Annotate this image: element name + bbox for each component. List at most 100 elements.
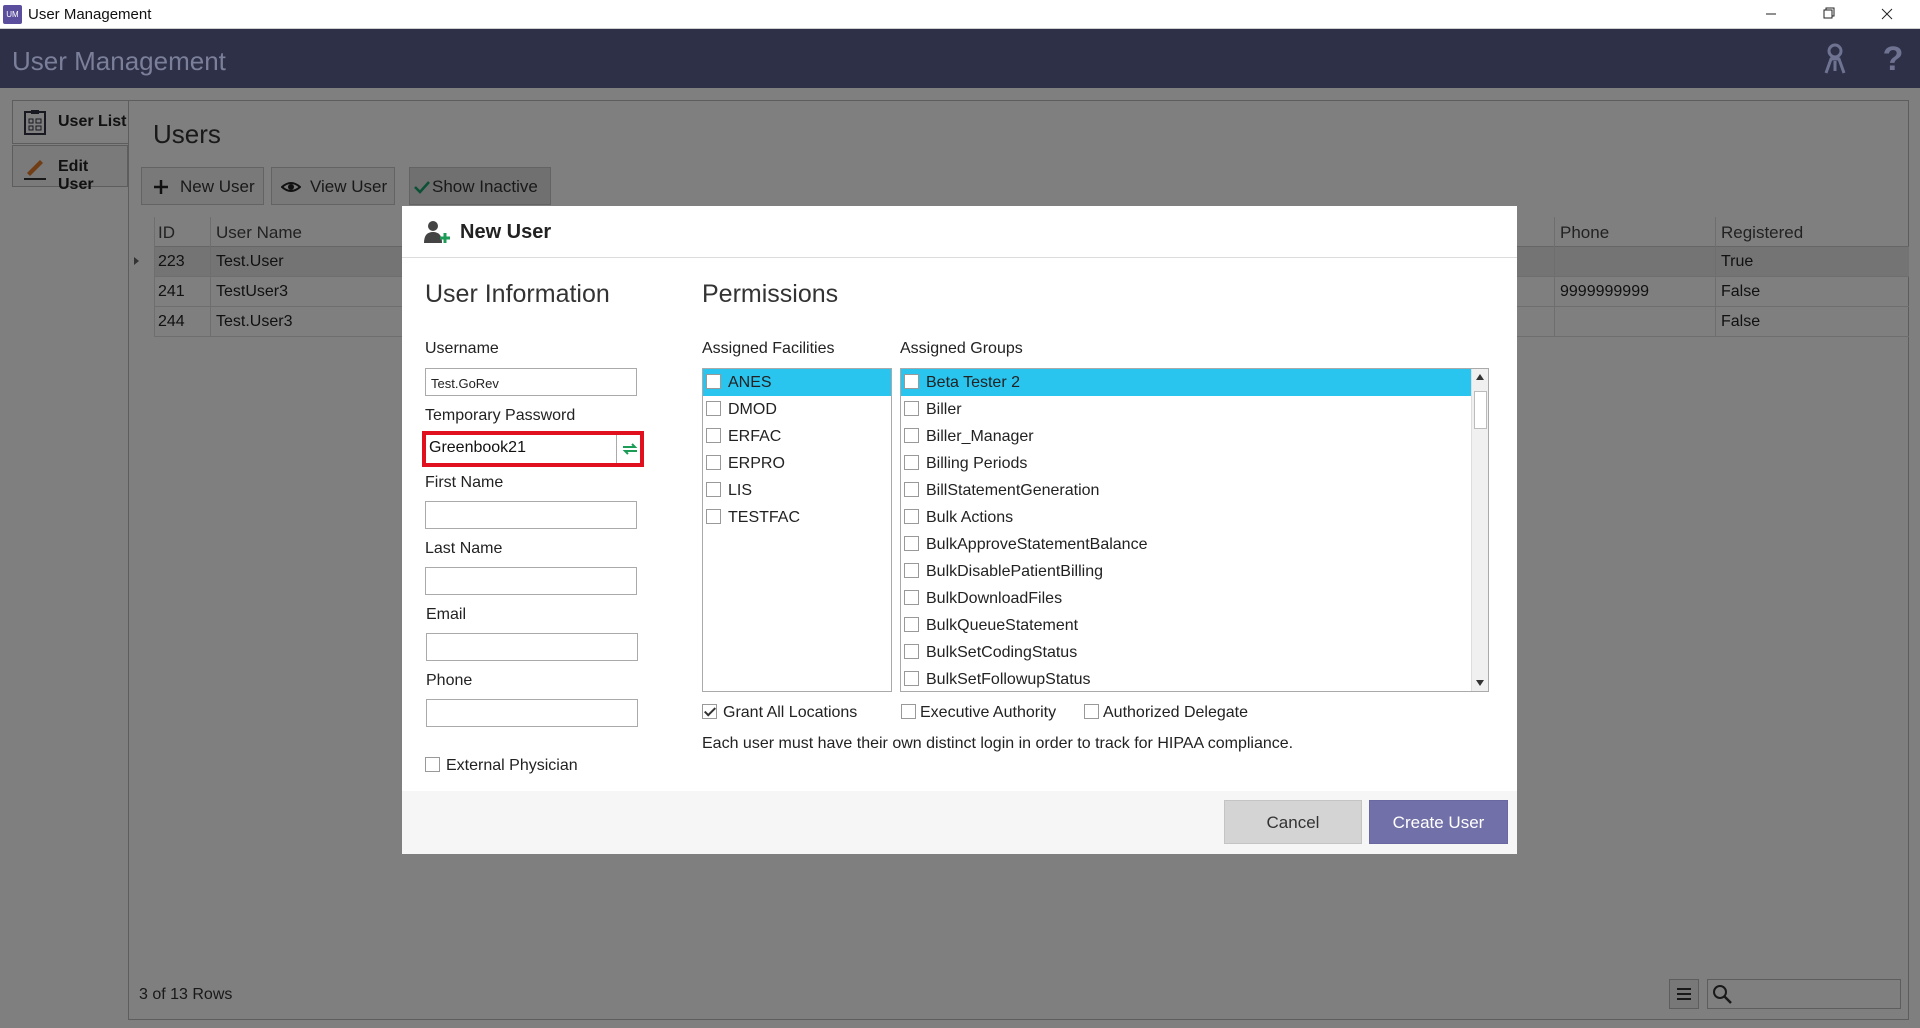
user-badge-icon[interactable] [1818, 41, 1852, 77]
cancel-button[interactable]: Cancel [1224, 800, 1362, 844]
list-item-group[interactable]: Billing Periods [901, 450, 1471, 477]
list-item-group[interactable]: BulkDownloadFiles [901, 585, 1471, 612]
external-physician-label: External Physician [446, 757, 578, 774]
list-item-group[interactable]: Beta Tester 2 [901, 369, 1471, 396]
last-name-label: Last Name [425, 540, 503, 557]
list-item-group[interactable]: Biller [901, 396, 1471, 423]
groups-list[interactable]: Beta Tester 2 Biller Biller_Manager Bill… [900, 368, 1489, 692]
group-label: BulkSetCodingStatus [926, 644, 1078, 661]
username-input[interactable]: Test.GoRev [425, 368, 637, 396]
temp-password-input[interactable]: Greenbook21 [428, 437, 614, 461]
group-checkbox[interactable] [904, 455, 919, 470]
scroll-down-arrow-icon[interactable] [1476, 680, 1484, 686]
regenerate-password-icon[interactable] [620, 439, 640, 459]
group-checkbox[interactable] [904, 374, 919, 389]
phone-label: Phone [426, 672, 473, 689]
group-label: Bulk Actions [926, 509, 1014, 526]
group-checkbox[interactable] [904, 563, 919, 578]
list-item-facility[interactable]: ANES [703, 369, 891, 396]
group-checkbox[interactable] [904, 509, 919, 524]
temp-password-highlight: Greenbook21 [422, 431, 644, 467]
group-checkbox[interactable] [904, 428, 919, 443]
list-item-group[interactable]: BulkQueueStatement [901, 612, 1471, 639]
facility-label: TESTFAC [728, 509, 801, 526]
group-label: BulkSetFollowupStatus [926, 671, 1091, 688]
email-label: Email [426, 606, 467, 623]
group-checkbox[interactable] [904, 590, 919, 605]
app-icon: UM [3, 5, 22, 24]
close-button[interactable] [1858, 0, 1916, 29]
facilities-list[interactable]: ANES DMOD ERFAC ERPRO LIS TESTFAC [702, 368, 892, 692]
group-checkbox[interactable] [904, 401, 919, 416]
scroll-thumb[interactable] [1474, 391, 1487, 429]
close-icon [1881, 8, 1893, 20]
list-item-facility[interactable]: TESTFAC [703, 504, 891, 531]
group-label: Biller [926, 401, 962, 418]
group-label: BulkDownloadFiles [926, 590, 1063, 607]
list-item-facility[interactable]: DMOD [703, 396, 891, 423]
list-item-facility[interactable]: LIS [703, 477, 891, 504]
group-label: Beta Tester 2 [926, 374, 1020, 391]
restore-button[interactable] [1800, 0, 1858, 29]
user-badge-icon-svg [1824, 43, 1846, 74]
scroll-up-arrow-icon[interactable] [1476, 374, 1484, 380]
dialog-title: New User [460, 221, 552, 243]
help-icon[interactable]: ? [1876, 41, 1910, 77]
group-label: BulkDisablePatientBilling [926, 563, 1103, 580]
facility-checkbox[interactable] [706, 428, 721, 443]
grant-all-locations-checkbox[interactable] [702, 704, 717, 719]
list-item-group[interactable]: BulkDisablePatientBilling [901, 558, 1471, 585]
facility-checkbox[interactable] [706, 455, 721, 470]
facility-checkbox[interactable] [706, 509, 721, 524]
list-item-facility[interactable]: ERFAC [703, 423, 891, 450]
user-information-title: User Information [425, 280, 610, 308]
hipaa-hint: Each user must have their own distinct l… [702, 735, 1294, 752]
facility-label: DMOD [728, 401, 777, 418]
dialog-header: New User [402, 206, 1517, 258]
group-checkbox[interactable] [904, 482, 919, 497]
list-item-group[interactable]: Bulk Actions [901, 504, 1471, 531]
executive-authority-checkbox[interactable] [901, 704, 916, 719]
phone-input[interactable] [426, 699, 638, 727]
facility-label: ANES [728, 374, 772, 391]
group-checkbox[interactable] [904, 536, 919, 551]
new-user-dialog: New User User Information Username Test.… [402, 206, 1517, 854]
email-input[interactable] [426, 633, 638, 661]
list-item-group[interactable]: BillStatementGeneration [901, 477, 1471, 504]
executive-authority-label: Executive Authority [920, 704, 1057, 721]
group-checkbox[interactable] [904, 644, 919, 659]
groups-scrollbar[interactable] [1471, 369, 1488, 691]
group-label: Biller_Manager [926, 428, 1034, 445]
permissions-title: Permissions [702, 280, 839, 308]
list-item-facility[interactable]: ERPRO [703, 450, 891, 477]
window-titlebar: UM User Management [0, 0, 1920, 29]
facility-label: ERFAC [728, 428, 782, 445]
app-header-title: User Management [12, 46, 226, 76]
group-label: BillStatementGeneration [926, 482, 1100, 499]
list-item-group[interactable]: BulkApproveStatementBalance [901, 531, 1471, 558]
facility-checkbox[interactable] [706, 401, 721, 416]
facility-checkbox[interactable] [706, 482, 721, 497]
grant-all-locations-label: Grant All Locations [723, 704, 858, 721]
assigned-groups-label: Assigned Groups [900, 340, 1023, 357]
list-item-group[interactable]: BulkSetCodingStatus [901, 639, 1471, 666]
username-label: Username [425, 340, 499, 357]
app-header: User Management ? [0, 29, 1920, 88]
group-label: Billing Periods [926, 455, 1028, 472]
authorized-delegate-label: Authorized Delegate [1103, 704, 1248, 721]
last-name-input[interactable] [425, 567, 637, 595]
minimize-icon [1766, 13, 1776, 15]
add-user-icon [424, 221, 450, 243]
group-checkbox[interactable] [904, 617, 919, 632]
divider [616, 435, 617, 463]
minimize-button[interactable] [1742, 0, 1800, 29]
first-name-input[interactable] [425, 501, 637, 529]
facility-checkbox[interactable] [706, 374, 721, 389]
create-user-button[interactable]: Create User [1369, 800, 1508, 844]
list-item-group[interactable]: BulkSetFollowupStatus [901, 666, 1471, 691]
list-item-group[interactable]: Biller_Manager [901, 423, 1471, 450]
authorized-delegate-checkbox[interactable] [1084, 704, 1099, 719]
group-label: BulkApproveStatementBalance [926, 536, 1148, 553]
group-checkbox[interactable] [904, 671, 919, 686]
external-physician-checkbox[interactable] [425, 757, 440, 772]
